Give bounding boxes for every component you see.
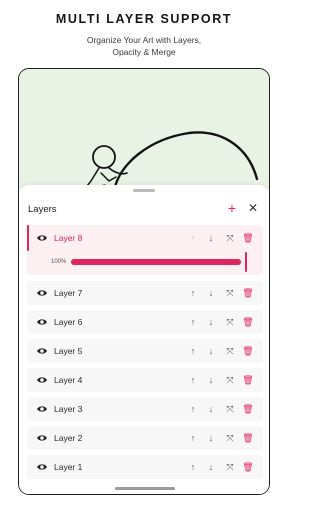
eye-icon[interactable] <box>36 316 48 328</box>
layer-row[interactable]: Layer 6 ↑ ↓ ⤧ 🗑 <box>27 310 263 334</box>
layer-name: Layer 1 <box>54 462 83 472</box>
merge-icon[interactable]: ⤧ <box>224 368 236 392</box>
promo-subtitle-line2: Opacity & Merge <box>112 47 176 57</box>
eye-icon[interactable] <box>36 461 48 473</box>
arrow-up-icon[interactable]: ↑ <box>187 310 199 334</box>
opacity-slider-fill <box>71 259 241 265</box>
trash-icon[interactable]: 🗑 <box>242 397 254 421</box>
eye-icon[interactable] <box>36 345 48 357</box>
layer-row[interactable]: Layer 4 ↑ ↓ ⤧ 🗑 <box>27 368 263 392</box>
trash-icon[interactable]: 🗑 <box>242 225 254 251</box>
layer-row[interactable]: Layer 2 ↑ ↓ ⤧ 🗑 <box>27 426 263 450</box>
merge-icon[interactable]: ⤧ <box>224 455 236 479</box>
arrow-down-icon[interactable]: ↓ <box>205 426 217 450</box>
merge-icon[interactable]: ⤧ <box>224 310 236 334</box>
promo-subtitle-line1: Organize Your Art with Layers, <box>86 35 202 45</box>
close-icon: ✕ <box>247 201 259 215</box>
arrow-up-icon[interactable]: ↑ <box>187 339 199 363</box>
merge-icon[interactable]: ⤧ <box>224 225 236 251</box>
eye-icon[interactable] <box>36 232 48 244</box>
merge-icon[interactable]: ⤧ <box>224 426 236 450</box>
layer-name: Layer 2 <box>54 433 83 443</box>
layer-list: Layer 8 ↑ ↓ ⤧ 🗑 100% Layer 7 ↑ ↓ ⤧ 🗑 Lay… <box>27 225 263 484</box>
home-indicator <box>115 487 175 490</box>
arrow-up-icon[interactable]: ↑ <box>187 397 199 421</box>
trash-icon[interactable]: 🗑 <box>242 310 254 334</box>
layer-row[interactable]: Layer 3 ↑ ↓ ⤧ 🗑 <box>27 397 263 421</box>
eye-icon[interactable] <box>36 403 48 415</box>
plus-icon: + <box>227 200 237 216</box>
arrow-down-icon[interactable]: ↓ <box>205 310 217 334</box>
opacity-control: 100% <box>51 252 251 272</box>
layer-row[interactable]: Layer 7 ↑ ↓ ⤧ 🗑 <box>27 281 263 305</box>
trash-icon[interactable]: 🗑 <box>242 339 254 363</box>
layer-name: Layer 8 <box>54 233 83 243</box>
layer-row[interactable]: Layer 5 ↑ ↓ ⤧ 🗑 <box>27 339 263 363</box>
sketch-drawing <box>82 131 259 191</box>
promo-title: MULTI LAYER SUPPORT <box>55 12 233 26</box>
layer-row-active[interactable]: Layer 8 ↑ ↓ ⤧ 🗑 100% <box>27 225 263 275</box>
trash-icon[interactable]: 🗑 <box>242 281 254 305</box>
promo-subtitle: Organize Your Art with Layers, Opacity &… <box>0 34 288 58</box>
opacity-slider[interactable] <box>71 259 241 265</box>
arrow-down-icon[interactable]: ↓ <box>205 281 217 305</box>
trash-icon[interactable]: 🗑 <box>242 455 254 479</box>
arrow-up-icon[interactable]: ↑ <box>187 455 199 479</box>
layers-panel-title: Layers <box>28 204 57 215</box>
merge-icon[interactable]: ⤧ <box>224 281 236 305</box>
add-layer-button[interactable]: + <box>224 200 240 216</box>
opacity-value: 100% <box>51 259 67 265</box>
drawing-canvas[interactable] <box>19 69 269 191</box>
layer-name: Layer 7 <box>54 288 83 298</box>
arrow-down-icon[interactable]: ↓ <box>205 397 217 421</box>
trash-icon[interactable]: 🗑 <box>242 368 254 392</box>
opacity-slider-thumb[interactable] <box>245 252 247 272</box>
eye-icon[interactable] <box>36 287 48 299</box>
arrow-down-icon[interactable]: ↓ <box>205 455 217 479</box>
trash-icon[interactable]: 🗑 <box>242 426 254 450</box>
arrow-down-icon[interactable]: ↓ <box>205 368 217 392</box>
layer-row[interactable]: Layer 1 ↑ ↓ ⤧ 🗑 <box>27 455 263 479</box>
arrow-up-icon[interactable]: ↑ <box>187 225 199 251</box>
eye-icon[interactable] <box>36 432 48 444</box>
layer-name: Layer 4 <box>54 375 83 385</box>
arrow-down-icon[interactable]: ↓ <box>205 225 217 251</box>
arrow-up-icon[interactable]: ↑ <box>187 368 199 392</box>
close-panel-button[interactable]: ✕ <box>245 200 261 216</box>
arrow-up-icon[interactable]: ↑ <box>187 426 199 450</box>
layer-name: Layer 3 <box>54 404 83 414</box>
layer-name: Layer 6 <box>54 317 83 327</box>
layer-name: Layer 5 <box>54 346 83 356</box>
arrow-up-icon[interactable]: ↑ <box>187 281 199 305</box>
sheet-drag-handle[interactable] <box>133 189 155 192</box>
tablet-frame: Layers + ✕ Layer 8 ↑ ↓ ⤧ 🗑 100% Layer 7 … <box>18 68 270 495</box>
merge-icon[interactable]: ⤧ <box>224 339 236 363</box>
eye-icon[interactable] <box>36 374 48 386</box>
layers-panel: Layers + ✕ Layer 8 ↑ ↓ ⤧ 🗑 100% Layer 7 … <box>19 185 269 494</box>
arrow-down-icon[interactable]: ↓ <box>205 339 217 363</box>
merge-icon[interactable]: ⤧ <box>224 397 236 421</box>
